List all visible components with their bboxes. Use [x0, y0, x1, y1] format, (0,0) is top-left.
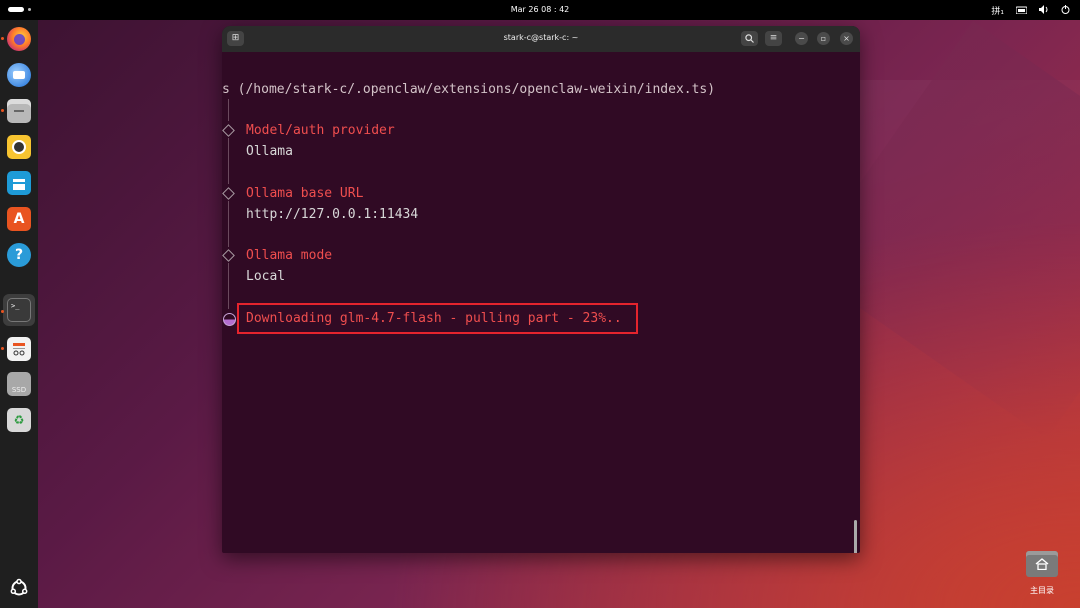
step-diamond-icon [222, 249, 235, 262]
home-folder-icon[interactable] [1026, 551, 1058, 577]
progress-spinner-icon [223, 313, 236, 326]
network-icon[interactable] [1015, 5, 1028, 17]
entry-label: Ollama mode [246, 248, 333, 263]
tree-connector [228, 99, 229, 121]
path-line: s (/home/stark-c/.openclaw/extensions/op… [222, 82, 716, 97]
entry-value: Local [246, 269, 286, 284]
running-indicator [1, 310, 4, 313]
entry-label: Ollama base URL [246, 186, 364, 201]
home-folder-label: 主目录 [1030, 586, 1054, 595]
tree-connector [228, 201, 229, 247]
input-method-indicator[interactable]: 拼₁ [991, 4, 1004, 17]
ssd-drive-icon[interactable]: SSD [7, 372, 31, 396]
step-diamond-icon [222, 187, 235, 200]
firefox-icon[interactable] [7, 27, 31, 51]
terminal-window[interactable]: ⊞ stark-c@stark-c: ~ ≡ − ▫ × s (/home/st… [222, 26, 860, 553]
running-indicator [1, 37, 4, 40]
entry-value: Ollama [246, 144, 293, 159]
maximize-icon[interactable]: ▫ [817, 32, 830, 45]
tree-connector [228, 138, 229, 184]
menu-icon[interactable]: ≡ [765, 31, 782, 46]
files-icon[interactable] [7, 99, 31, 123]
dock: A ? >_ SSD ♻ [0, 20, 38, 608]
terminal-output[interactable]: s (/home/stark-c/.openclaw/extensions/op… [222, 52, 860, 553]
download-status: Downloading glm-4.7-flash - pulling part… [246, 311, 622, 326]
help-icon[interactable]: ? [7, 243, 31, 267]
show-apps-icon[interactable] [7, 576, 31, 600]
document-viewer-icon[interactable] [7, 337, 31, 361]
trash-icon[interactable]: ♻ [7, 408, 31, 432]
running-indicator [1, 109, 4, 112]
system-tray[interactable]: 拼₁ [991, 4, 1070, 17]
volume-icon[interactable] [1039, 4, 1049, 17]
minimize-icon[interactable]: − [795, 32, 808, 45]
rhythmbox-icon[interactable] [7, 135, 31, 159]
close-icon[interactable]: × [840, 32, 853, 45]
clock[interactable]: Mar 26 08 : 42 [0, 5, 1080, 14]
top-bar: Mar 26 08 : 42 拼₁ [0, 0, 1080, 20]
app-center-icon[interactable]: A [7, 207, 31, 231]
window-headerbar[interactable]: ⊞ stark-c@stark-c: ~ ≡ − ▫ × [222, 26, 860, 52]
search-icon[interactable] [741, 31, 758, 46]
power-icon[interactable] [1061, 4, 1070, 17]
terminal-icon[interactable]: >_ [7, 298, 31, 322]
thunderbird-icon[interactable] [7, 63, 31, 87]
scrollbar[interactable] [854, 520, 857, 553]
tree-connector [228, 263, 229, 309]
running-indicator [1, 347, 4, 350]
libreoffice-writer-icon[interactable] [7, 171, 31, 195]
step-diamond-icon [222, 124, 235, 137]
entry-label: Model/auth provider [246, 123, 395, 138]
entry-value: http://127.0.0.1:11434 [246, 207, 419, 222]
